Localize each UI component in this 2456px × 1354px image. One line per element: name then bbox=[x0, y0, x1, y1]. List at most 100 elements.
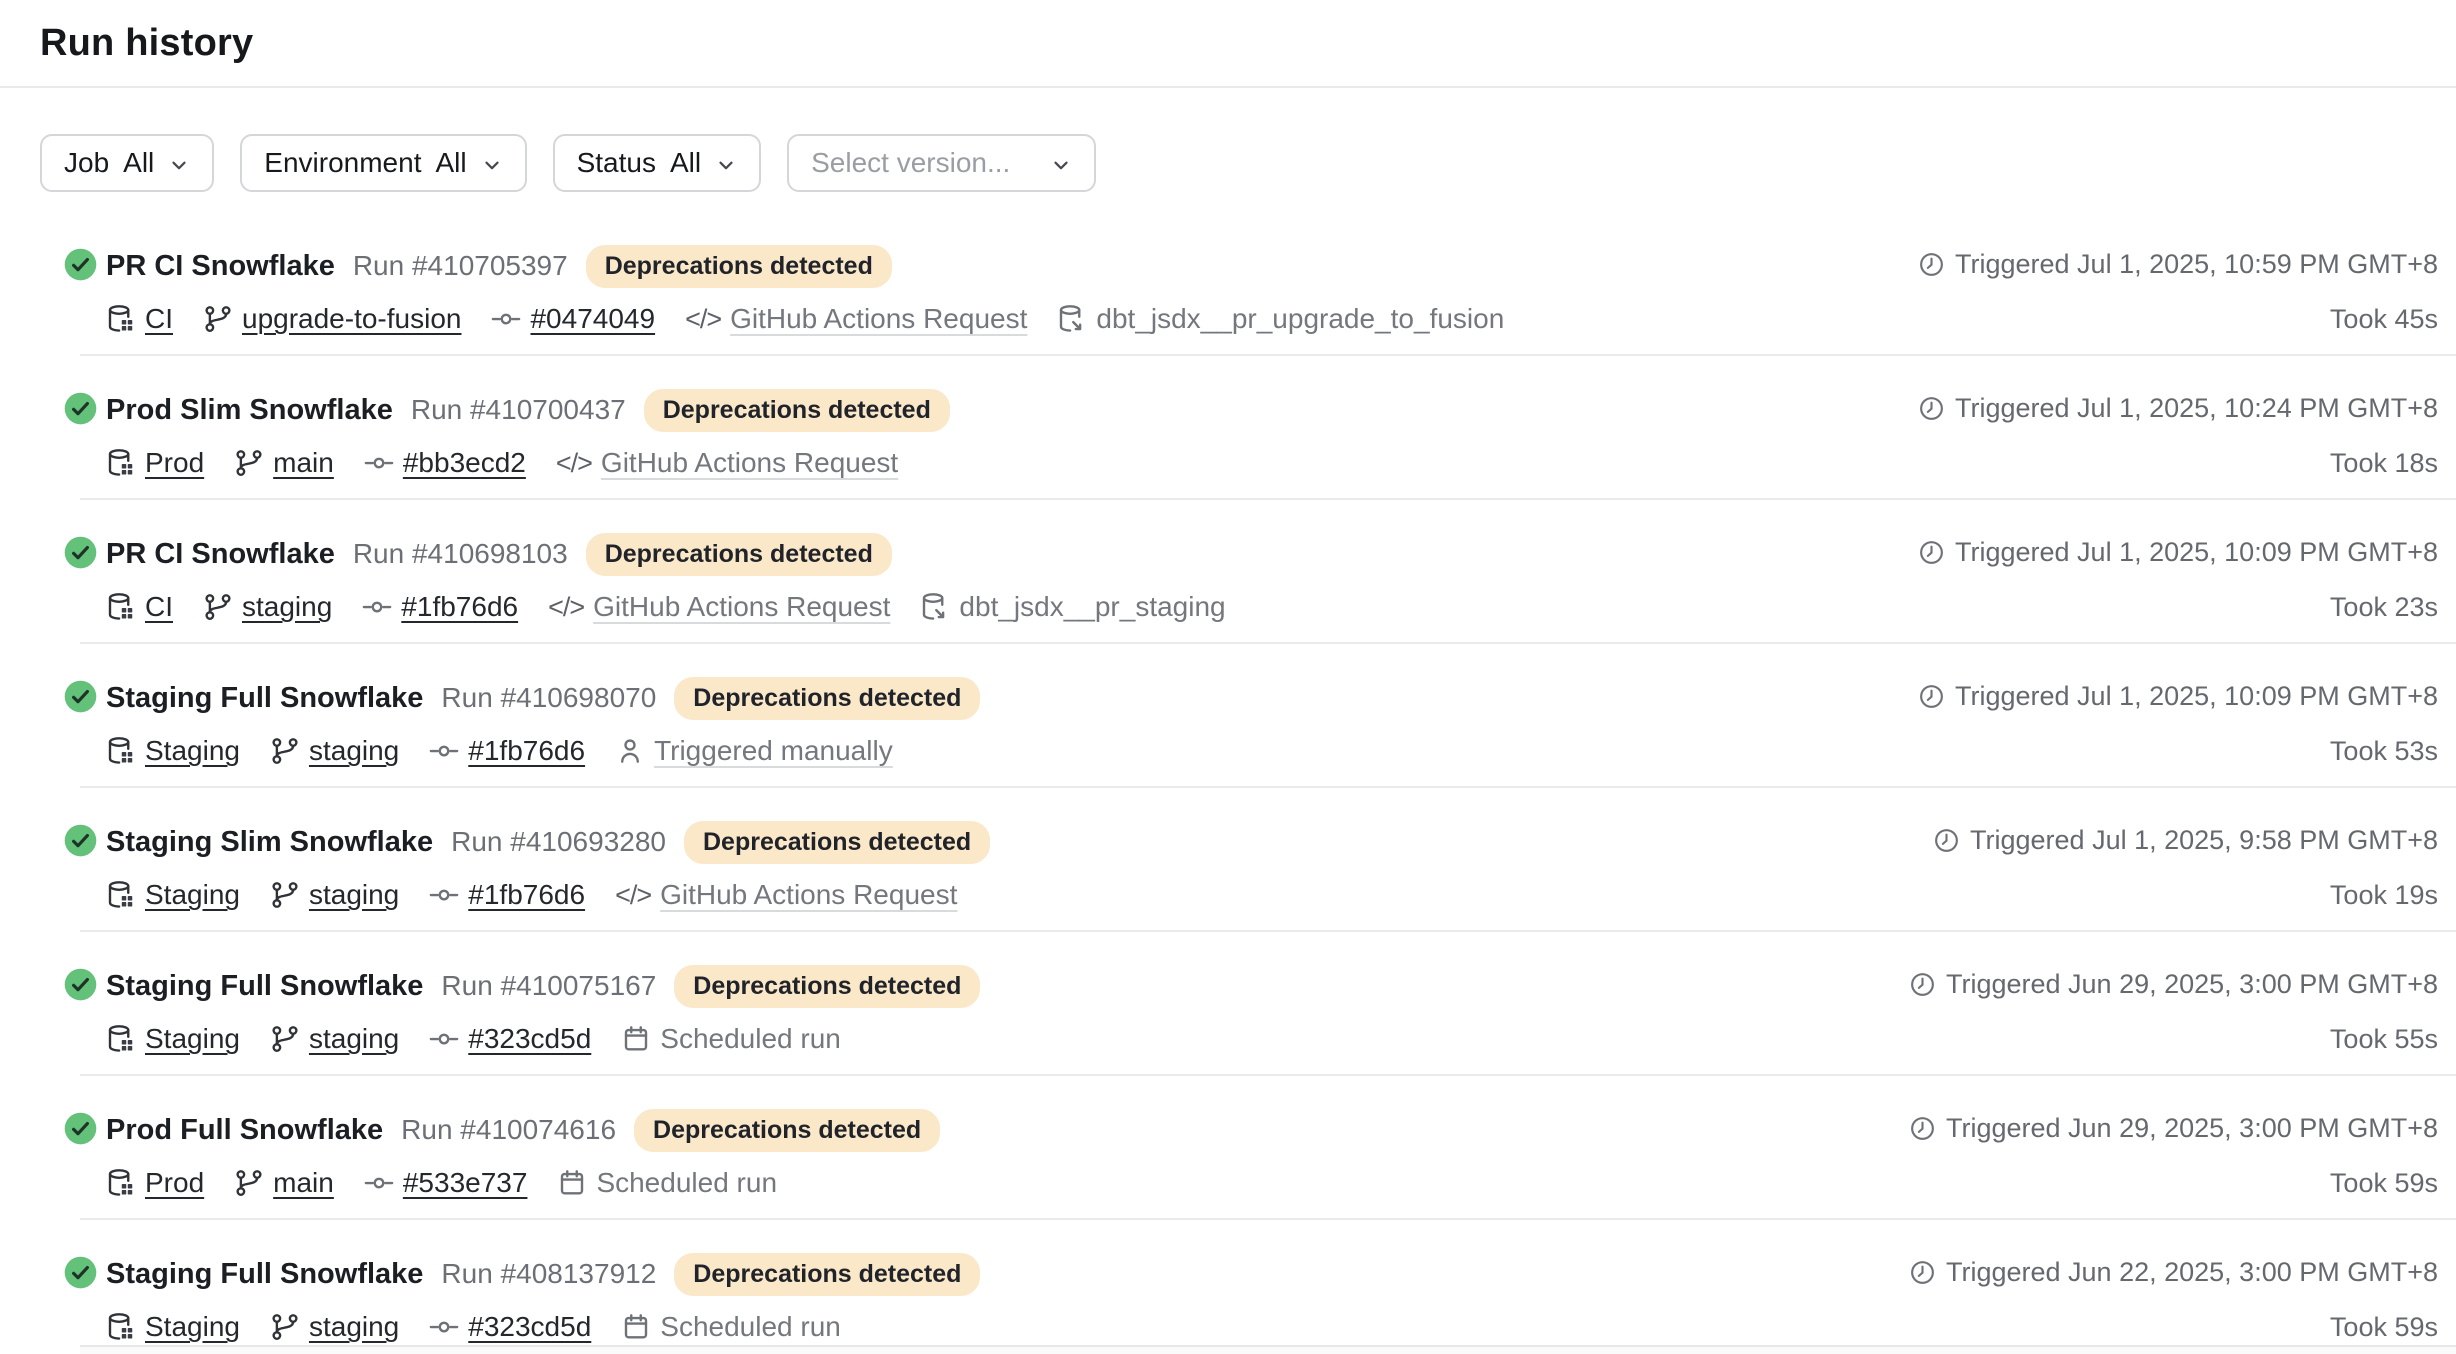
version-select-dropdown[interactable]: Select version... bbox=[787, 134, 1096, 192]
branch-link[interactable]: staging bbox=[242, 591, 332, 623]
branch-link[interactable]: staging bbox=[309, 735, 399, 767]
status-filter-dropdown[interactable]: Status All bbox=[553, 134, 762, 192]
environment-link[interactable]: Staging bbox=[145, 1311, 240, 1343]
run-name: PR CI Snowflake bbox=[106, 538, 335, 571]
branch-link[interactable]: staging bbox=[309, 1311, 399, 1343]
commit-link[interactable]: #323cd5d bbox=[468, 1023, 591, 1055]
branch-item: upgrade-to-fusion bbox=[203, 303, 461, 335]
run-number: Run #410074616 bbox=[401, 1114, 616, 1146]
trigger-label: Scheduled run bbox=[596, 1167, 777, 1199]
took-duration: Took 23s bbox=[2330, 592, 2438, 623]
environment-link[interactable]: Staging bbox=[145, 879, 240, 911]
database-icon bbox=[106, 448, 136, 478]
run-number: Run #410075167 bbox=[441, 970, 656, 1002]
branch-link[interactable]: main bbox=[273, 447, 334, 479]
run-row[interactable]: Staging Full Snowflake Run #410698070 De… bbox=[0, 644, 2456, 788]
environment-link[interactable]: Prod bbox=[145, 1167, 204, 1199]
environment-item: CI bbox=[106, 303, 173, 335]
run-name: Staging Full Snowflake bbox=[106, 970, 423, 1003]
database-arrow-icon bbox=[920, 592, 950, 622]
commit-link[interactable]: #0474049 bbox=[530, 303, 655, 335]
commit-link[interactable]: #1fb76d6 bbox=[401, 591, 518, 623]
triggered-text: Triggered Jul 1, 2025, 10:59 PM GMT+8 bbox=[1955, 249, 2438, 280]
trigger-item: </> GitHub Actions Request bbox=[685, 303, 1027, 335]
bottom-scroll-area bbox=[80, 1345, 2456, 1354]
triggered-timestamp: Triggered Jul 1, 2025, 10:59 PM GMT+8 bbox=[1918, 249, 2438, 280]
run-number: Run #410700437 bbox=[411, 394, 626, 426]
commit-item: #323cd5d bbox=[429, 1023, 591, 1055]
database-icon bbox=[106, 1024, 136, 1054]
environment-link[interactable]: Staging bbox=[145, 1023, 240, 1055]
commit-link[interactable]: #bb3ecd2 bbox=[403, 447, 526, 479]
trigger-label[interactable]: Triggered manually bbox=[654, 735, 893, 767]
branch-item: main bbox=[234, 447, 334, 479]
environment-filter-dropdown[interactable]: Environment All bbox=[240, 134, 526, 192]
run-name: Staging Full Snowflake bbox=[106, 682, 423, 715]
environment-link[interactable]: CI bbox=[145, 303, 173, 335]
database-icon bbox=[106, 880, 136, 910]
commit-link[interactable]: #323cd5d bbox=[468, 1311, 591, 1343]
git-branch-icon bbox=[234, 448, 264, 478]
commit-item: #323cd5d bbox=[429, 1311, 591, 1343]
page-header: Run history bbox=[0, 0, 2456, 88]
environment-link[interactable]: CI bbox=[145, 591, 173, 623]
branch-link[interactable]: upgrade-to-fusion bbox=[242, 303, 461, 335]
environment-item: Prod bbox=[106, 1167, 204, 1199]
check-circle-icon bbox=[64, 1256, 97, 1289]
trigger-label[interactable]: GitHub Actions Request bbox=[601, 447, 898, 479]
clock-icon bbox=[1918, 251, 1945, 278]
trigger-label[interactable]: GitHub Actions Request bbox=[660, 879, 957, 911]
database-icon bbox=[106, 1312, 136, 1342]
status-filter-value: All bbox=[670, 147, 701, 179]
job-filter-dropdown[interactable]: Job All bbox=[40, 134, 214, 192]
git-commit-icon bbox=[429, 1024, 459, 1054]
run-number: Run #408137912 bbox=[441, 1258, 656, 1290]
triggered-timestamp: Triggered Jul 1, 2025, 10:09 PM GMT+8 bbox=[1918, 537, 2438, 568]
trigger-label[interactable]: GitHub Actions Request bbox=[593, 591, 890, 623]
branch-link[interactable]: main bbox=[273, 1167, 334, 1199]
schema-item: dbt_jsdx__pr_upgrade_to_fusion bbox=[1057, 303, 1504, 335]
branch-link[interactable]: staging bbox=[309, 1023, 399, 1055]
run-row[interactable]: Prod Slim Snowflake Run #410700437 Depre… bbox=[0, 356, 2456, 500]
environment-link[interactable]: Prod bbox=[145, 447, 204, 479]
chevron-down-icon bbox=[481, 154, 503, 176]
deprecations-badge: Deprecations detected bbox=[684, 821, 990, 864]
check-circle-icon bbox=[64, 536, 97, 569]
environment-item: CI bbox=[106, 591, 173, 623]
triggered-timestamp: Triggered Jul 1, 2025, 10:09 PM GMT+8 bbox=[1918, 681, 2438, 712]
schema-name: dbt_jsdx__pr_staging bbox=[959, 591, 1225, 623]
deprecations-badge: Deprecations detected bbox=[586, 533, 892, 576]
run-row[interactable]: Staging Full Snowflake Run #408137912 De… bbox=[0, 1220, 2456, 1354]
database-arrow-icon bbox=[1057, 304, 1087, 334]
commit-link[interactable]: #533e737 bbox=[403, 1167, 528, 1199]
commit-item: #1fb76d6 bbox=[429, 879, 585, 911]
run-row[interactable]: Staging Slim Snowflake Run #410693280 De… bbox=[0, 788, 2456, 932]
trigger-label: Scheduled run bbox=[660, 1023, 841, 1055]
triggered-timestamp: Triggered Jul 1, 2025, 10:24 PM GMT+8 bbox=[1918, 393, 2438, 424]
commit-link[interactable]: #1fb76d6 bbox=[468, 735, 585, 767]
code-icon: </> bbox=[615, 880, 651, 911]
branch-item: staging bbox=[270, 735, 399, 767]
environment-filter-label: Environment bbox=[264, 147, 421, 179]
run-row[interactable]: PR CI Snowflake Run #410705397 Deprecati… bbox=[0, 212, 2456, 356]
commit-item: #bb3ecd2 bbox=[364, 447, 526, 479]
branch-link[interactable]: staging bbox=[309, 879, 399, 911]
triggered-text: Triggered Jul 1, 2025, 10:09 PM GMT+8 bbox=[1955, 537, 2438, 568]
run-row[interactable]: PR CI Snowflake Run #410698103 Deprecati… bbox=[0, 500, 2456, 644]
clock-icon bbox=[1909, 1259, 1936, 1286]
run-row[interactable]: Prod Full Snowflake Run #410074616 Depre… bbox=[0, 1076, 2456, 1220]
git-branch-icon bbox=[270, 736, 300, 766]
commit-item: #1fb76d6 bbox=[429, 735, 585, 767]
trigger-label[interactable]: GitHub Actions Request bbox=[730, 303, 1027, 335]
triggered-text: Triggered Jul 1, 2025, 10:24 PM GMT+8 bbox=[1955, 393, 2438, 424]
trigger-item: Scheduled run bbox=[621, 1311, 841, 1343]
run-row[interactable]: Staging Full Snowflake Run #410075167 De… bbox=[0, 932, 2456, 1076]
took-duration: Took 45s bbox=[2330, 304, 2438, 335]
triggered-text: Triggered Jun 22, 2025, 3:00 PM GMT+8 bbox=[1946, 1257, 2438, 1288]
commit-item: #533e737 bbox=[364, 1167, 528, 1199]
environment-item: Staging bbox=[106, 1023, 240, 1055]
commit-link[interactable]: #1fb76d6 bbox=[468, 879, 585, 911]
environment-link[interactable]: Staging bbox=[145, 735, 240, 767]
trigger-label: Scheduled run bbox=[660, 1311, 841, 1343]
git-commit-icon bbox=[429, 880, 459, 910]
